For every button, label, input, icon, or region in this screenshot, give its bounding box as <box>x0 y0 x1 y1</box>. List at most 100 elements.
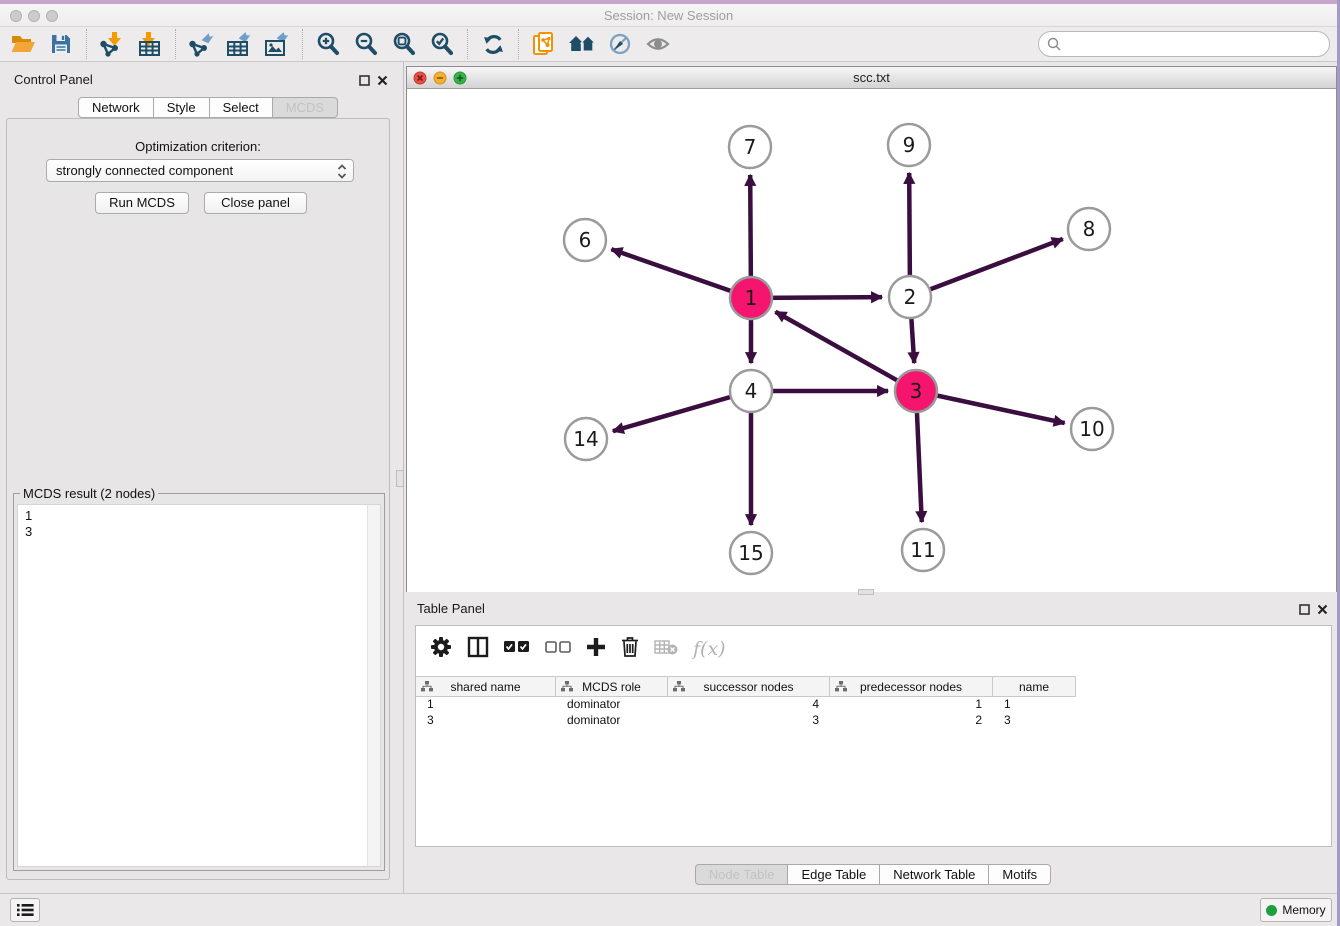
open-session-button[interactable] <box>4 28 42 60</box>
column-header-mcds-role[interactable]: MCDS role <box>556 677 668 696</box>
table-panel-float-button[interactable] <box>1299 602 1310 620</box>
cell-name[interactable]: 1 <box>993 696 1076 712</box>
export-image-button[interactable] <box>258 28 296 60</box>
tab-network[interactable]: Network <box>78 97 154 118</box>
column-header-name[interactable]: name <box>993 677 1076 696</box>
zoom-fit-button[interactable] <box>385 28 423 60</box>
attribute-tree-icon <box>835 681 847 692</box>
cell-name[interactable]: 3 <box>993 712 1076 728</box>
deselect-all-columns-button[interactable] <box>545 640 571 658</box>
svg-text:14: 14 <box>573 427 598 451</box>
cell-mcds-role[interactable]: dominator <box>556 712 668 728</box>
status-bar: Memory <box>0 893 1340 926</box>
table-panel-close-button[interactable] <box>1317 602 1328 620</box>
control-panel-close-button[interactable] <box>377 73 388 91</box>
save-session-button[interactable] <box>42 28 80 60</box>
run-mcds-button[interactable]: Run MCDS <box>95 192 189 214</box>
graph-node-10[interactable]: 10 <box>1071 408 1113 450</box>
tab-node-table[interactable]: Node Table <box>695 864 789 885</box>
node-table-header-row: shared nameMCDS rolesuccessor nodesprede… <box>416 676 1076 697</box>
graph-node-2[interactable]: 2 <box>889 276 931 318</box>
task-list-icon <box>17 903 34 917</box>
zoom-out-button[interactable] <box>347 28 385 60</box>
window-close-button[interactable] <box>10 9 22 27</box>
tab-select[interactable]: Select <box>210 97 273 118</box>
graph-node-9[interactable]: 9 <box>888 124 930 166</box>
memory-button[interactable]: Memory <box>1260 898 1332 922</box>
export-table-button[interactable] <box>220 28 258 60</box>
export-network-button[interactable] <box>182 28 220 60</box>
window-minimize-button[interactable] <box>28 9 40 27</box>
network-canvas[interactable]: 1 2 3 4 6 7 8 9 10 11 14 15 <box>407 89 1336 592</box>
cell-predecessor-nodes[interactable]: 1 <box>830 696 993 712</box>
column-header-shared-name[interactable]: shared name <box>416 677 556 696</box>
attribute-tree-icon <box>421 681 433 692</box>
import-network-button[interactable] <box>93 28 131 60</box>
tab-style[interactable]: Style <box>154 97 210 118</box>
task-history-button[interactable] <box>10 898 40 922</box>
graph-edge-2-8[interactable] <box>910 239 1063 297</box>
column-header-successor-nodes[interactable]: successor nodes <box>668 677 830 696</box>
tab-network-table[interactable]: Network Table <box>880 864 989 885</box>
cell-successor-nodes[interactable]: 4 <box>668 696 830 712</box>
graph-node-1[interactable]: 1 <box>730 277 772 319</box>
graph-node-4[interactable]: 4 <box>730 370 772 412</box>
function-builder-button[interactable]: f(x) <box>693 638 726 660</box>
clone-network-button[interactable] <box>525 28 563 60</box>
panel-divider-handle[interactable] <box>396 470 404 487</box>
mcds-result-scrollbar[interactable] <box>367 505 380 866</box>
horizontal-divider-handle[interactable] <box>858 589 874 595</box>
toggle-graphics-details-button[interactable] <box>601 28 639 60</box>
column-header-predecessor-nodes[interactable]: predecessor nodes <box>830 677 993 696</box>
tab-edge-table[interactable]: Edge Table <box>788 864 880 885</box>
graph-node-15[interactable]: 15 <box>730 532 772 574</box>
delete-column-button[interactable] <box>621 636 639 662</box>
apply-layout-button[interactable] <box>474 28 512 60</box>
graph-node-7[interactable]: 7 <box>729 126 771 168</box>
zoom-out-icon <box>354 32 378 56</box>
window-zoom-button[interactable] <box>46 9 58 27</box>
cell-shared-name[interactable]: 1 <box>416 696 556 712</box>
import-table-icon <box>138 31 162 57</box>
create-column-button[interactable] <box>586 637 606 662</box>
select-all-columns-button[interactable] <box>504 640 530 658</box>
cell-mcds-role[interactable]: dominator <box>556 696 668 712</box>
tab-mcds[interactable]: MCDS <box>273 97 338 118</box>
svg-text:7: 7 <box>744 135 757 159</box>
criterion-dropdown[interactable]: strongly connected component <box>46 159 354 182</box>
close-panel-button[interactable]: Close panel <box>204 192 307 214</box>
float-icon <box>359 75 370 86</box>
zoom-selected-button[interactable] <box>423 28 461 60</box>
first-neighbors-button[interactable] <box>563 28 601 60</box>
node-table-container: f(x) shared nameMCDS rolesuccessor nodes… <box>415 625 1332 847</box>
graph-node-3[interactable]: 3 <box>895 370 937 412</box>
tab-motifs[interactable]: Motifs <box>989 864 1051 885</box>
cell-predecessor-nodes[interactable]: 2 <box>830 712 993 728</box>
cell-shared-name[interactable]: 3 <box>416 712 556 728</box>
graph-node-8[interactable]: 8 <box>1068 208 1110 250</box>
search-field[interactable] <box>1038 31 1330 57</box>
control-panel-tabs: NetworkStyleSelectMCDS <box>78 97 338 118</box>
control-panel-float-button[interactable] <box>359 73 370 91</box>
graph-node-6[interactable]: 6 <box>564 219 606 261</box>
zoom-in-button[interactable] <box>309 28 347 60</box>
network-window-titlebar[interactable]: scc.txt <box>407 67 1336 89</box>
table-row-0[interactable]: 1dominator411 <box>416 696 1331 712</box>
mcds-result-area[interactable]: 1 3 <box>17 504 381 867</box>
import-table-button[interactable] <box>131 28 169 60</box>
attribute-tree-icon <box>561 681 573 692</box>
graph-edge-3-10[interactable] <box>916 391 1065 423</box>
table-split-view-button[interactable] <box>467 636 489 663</box>
table-row-1[interactable]: 3dominator323 <box>416 712 1331 728</box>
graph-node-11[interactable]: 11 <box>902 529 944 571</box>
cell-successor-nodes[interactable]: 3 <box>668 712 830 728</box>
delete-table-button[interactable] <box>654 639 678 660</box>
table-settings-button[interactable] <box>430 636 452 663</box>
graph-edge-3-1[interactable] <box>775 312 916 391</box>
search-input[interactable] <box>1061 34 1329 54</box>
svg-text:15: 15 <box>738 541 763 565</box>
split-columns-icon <box>467 636 489 658</box>
graph-node-14[interactable]: 14 <box>565 418 607 460</box>
brush-slash-icon <box>608 32 632 56</box>
show-hide-panels-button[interactable] <box>639 28 677 60</box>
